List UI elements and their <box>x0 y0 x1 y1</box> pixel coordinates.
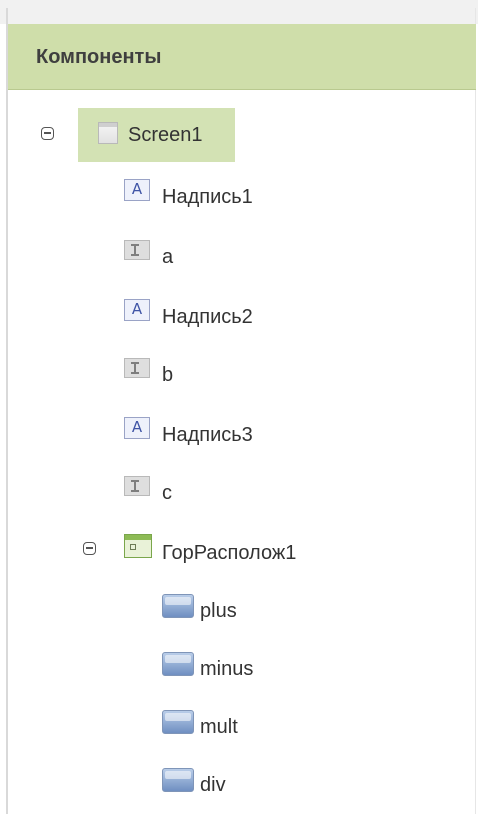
tree-item-label: mult <box>200 716 238 738</box>
tree-item-label: minus <box>200 658 254 680</box>
textbox-icon <box>124 476 150 496</box>
panel-title: Компоненты <box>36 46 162 68</box>
tree-item-horizontal-arrangement[interactable]: ГорРасполож1 <box>124 528 384 572</box>
label-icon: A <box>124 179 150 201</box>
tree-item-label: plus <box>200 600 237 622</box>
label-icon: A <box>124 299 150 321</box>
button-icon <box>162 594 194 618</box>
button-icon <box>162 768 194 792</box>
tree-item-label2[interactable]: A Надпись2 <box>124 292 324 336</box>
tree-item-mult[interactable]: mult <box>162 702 362 746</box>
tree-item-label: Надпись2 <box>162 306 253 328</box>
tree-item-plus[interactable]: plus <box>162 586 362 630</box>
tree-item-label: b <box>162 364 174 386</box>
tree-item-label: a <box>162 246 174 268</box>
tree-item-label1[interactable]: A Надпись1 <box>124 172 324 216</box>
tree-item-minus[interactable]: minus <box>162 644 362 688</box>
horizontal-arrangement-icon <box>124 534 152 558</box>
tree-item-label: div <box>200 774 226 796</box>
tree-item-label: ГорРасполож1 <box>162 542 297 564</box>
textbox-icon <box>124 240 150 260</box>
button-icon <box>162 652 194 676</box>
tree-item-b[interactable]: b <box>124 350 324 394</box>
tree-item-label: Надпись1 <box>162 186 253 208</box>
tree-item-screen1[interactable]: Screen1 <box>78 108 235 162</box>
label-icon: A <box>124 417 150 439</box>
collapse-layout-toggle[interactable] <box>83 542 96 555</box>
textbox-icon <box>124 358 150 378</box>
tree-item-label: Screen1 <box>128 124 203 146</box>
tree-item-a[interactable]: a <box>124 232 324 276</box>
screen-icon <box>98 122 118 144</box>
tree-item-div[interactable]: div <box>162 760 362 804</box>
tree-item-c[interactable]: c <box>124 468 324 512</box>
button-icon <box>162 710 194 734</box>
tree-item-label: Надпись3 <box>162 424 253 446</box>
tree-item-label3[interactable]: A Надпись3 <box>124 410 324 454</box>
tree-item-label: c <box>162 482 172 504</box>
collapse-screen1-toggle[interactable] <box>41 127 54 140</box>
components-panel: Компоненты Screen1 A Надпись1 a A Надпис… <box>0 0 478 814</box>
panel-header: Компоненты <box>8 24 476 90</box>
